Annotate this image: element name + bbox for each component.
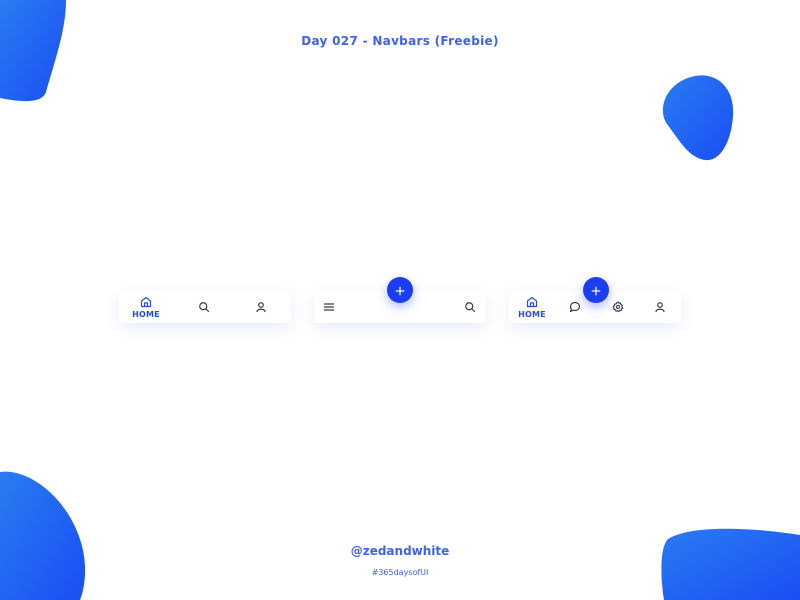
nav-item-menu[interactable] (314, 291, 344, 323)
chat-icon (569, 301, 581, 313)
search-icon (198, 301, 210, 313)
add-button[interactable] (387, 277, 413, 303)
author-handle: @zedandwhite (350, 544, 450, 558)
menu-icon (323, 301, 335, 313)
home-icon (140, 296, 152, 308)
search-icon (464, 301, 476, 313)
blob-bottom-right (661, 528, 800, 600)
nav-item-profile[interactable] (645, 291, 675, 323)
user-icon (255, 301, 267, 313)
nav-label-home: HOME (132, 309, 160, 319)
user-icon (654, 301, 666, 313)
plus-icon (395, 281, 405, 300)
nav-item-home[interactable]: HOME (126, 291, 166, 323)
blob-bottom-left (0, 471, 86, 600)
plus-icon (591, 281, 601, 300)
nav-item-profile[interactable] (246, 291, 276, 323)
blob-top-right (662, 75, 734, 161)
nav-item-home[interactable]: HOME (512, 291, 552, 323)
home-icon (526, 296, 538, 308)
hashtag: #365daysofUI (371, 568, 429, 577)
add-button[interactable] (583, 277, 609, 303)
nav-item-search[interactable] (455, 291, 485, 323)
settings-icon (612, 301, 624, 313)
navbar-1: HOME (119, 291, 291, 323)
nav-label-home: HOME (518, 309, 546, 319)
blob-top-left (0, 0, 66, 102)
nav-item-search[interactable] (189, 291, 219, 323)
page-title: Day 027 - Navbars (Freebie) (301, 34, 499, 48)
